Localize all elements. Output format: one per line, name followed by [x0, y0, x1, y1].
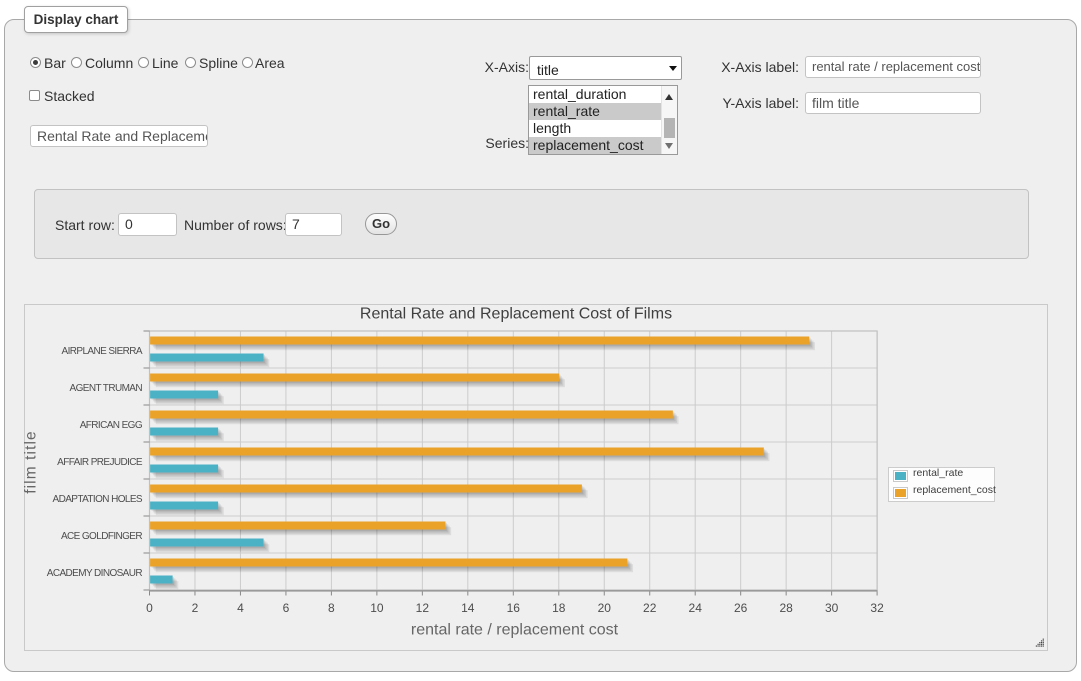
- svg-text:22: 22: [643, 601, 657, 615]
- svg-text:24: 24: [689, 601, 703, 615]
- svg-text:4: 4: [237, 601, 244, 615]
- svg-text:AGENT TRUMAN: AGENT TRUMAN: [70, 383, 143, 394]
- svg-text:18: 18: [552, 601, 566, 615]
- svg-text:ACE GOLDFINGER: ACE GOLDFINGER: [61, 531, 142, 542]
- svg-text:32: 32: [870, 601, 884, 615]
- svg-text:14: 14: [461, 601, 475, 615]
- svg-text:ACADEMY DINOSAUR: ACADEMY DINOSAUR: [47, 568, 143, 579]
- svg-text:16: 16: [507, 601, 521, 615]
- svg-text:AFFAIR PREJUDICE: AFFAIR PREJUDICE: [57, 457, 143, 468]
- svg-text:0: 0: [146, 601, 153, 615]
- svg-text:AFRICAN EGG: AFRICAN EGG: [80, 420, 143, 431]
- svg-text:30: 30: [825, 601, 839, 615]
- svg-text:film title: film title: [24, 430, 40, 494]
- svg-text:ADAPTATION HOLES: ADAPTATION HOLES: [53, 494, 143, 505]
- svg-text:AIRPLANE SIERRA: AIRPLANE SIERRA: [62, 346, 143, 357]
- svg-text:Rental Rate and Replacement Co: Rental Rate and Replacement Cost of Film…: [360, 306, 672, 323]
- svg-text:2: 2: [192, 601, 199, 615]
- svg-text:26: 26: [734, 601, 748, 615]
- svg-text:28: 28: [779, 601, 793, 615]
- svg-text:8: 8: [328, 601, 335, 615]
- svg-text:10: 10: [370, 601, 384, 615]
- svg-text:20: 20: [598, 601, 612, 615]
- svg-text:12: 12: [416, 601, 430, 615]
- svg-text:rental rate / replacement cost: rental rate / replacement cost: [411, 622, 619, 639]
- svg-text:6: 6: [283, 601, 290, 615]
